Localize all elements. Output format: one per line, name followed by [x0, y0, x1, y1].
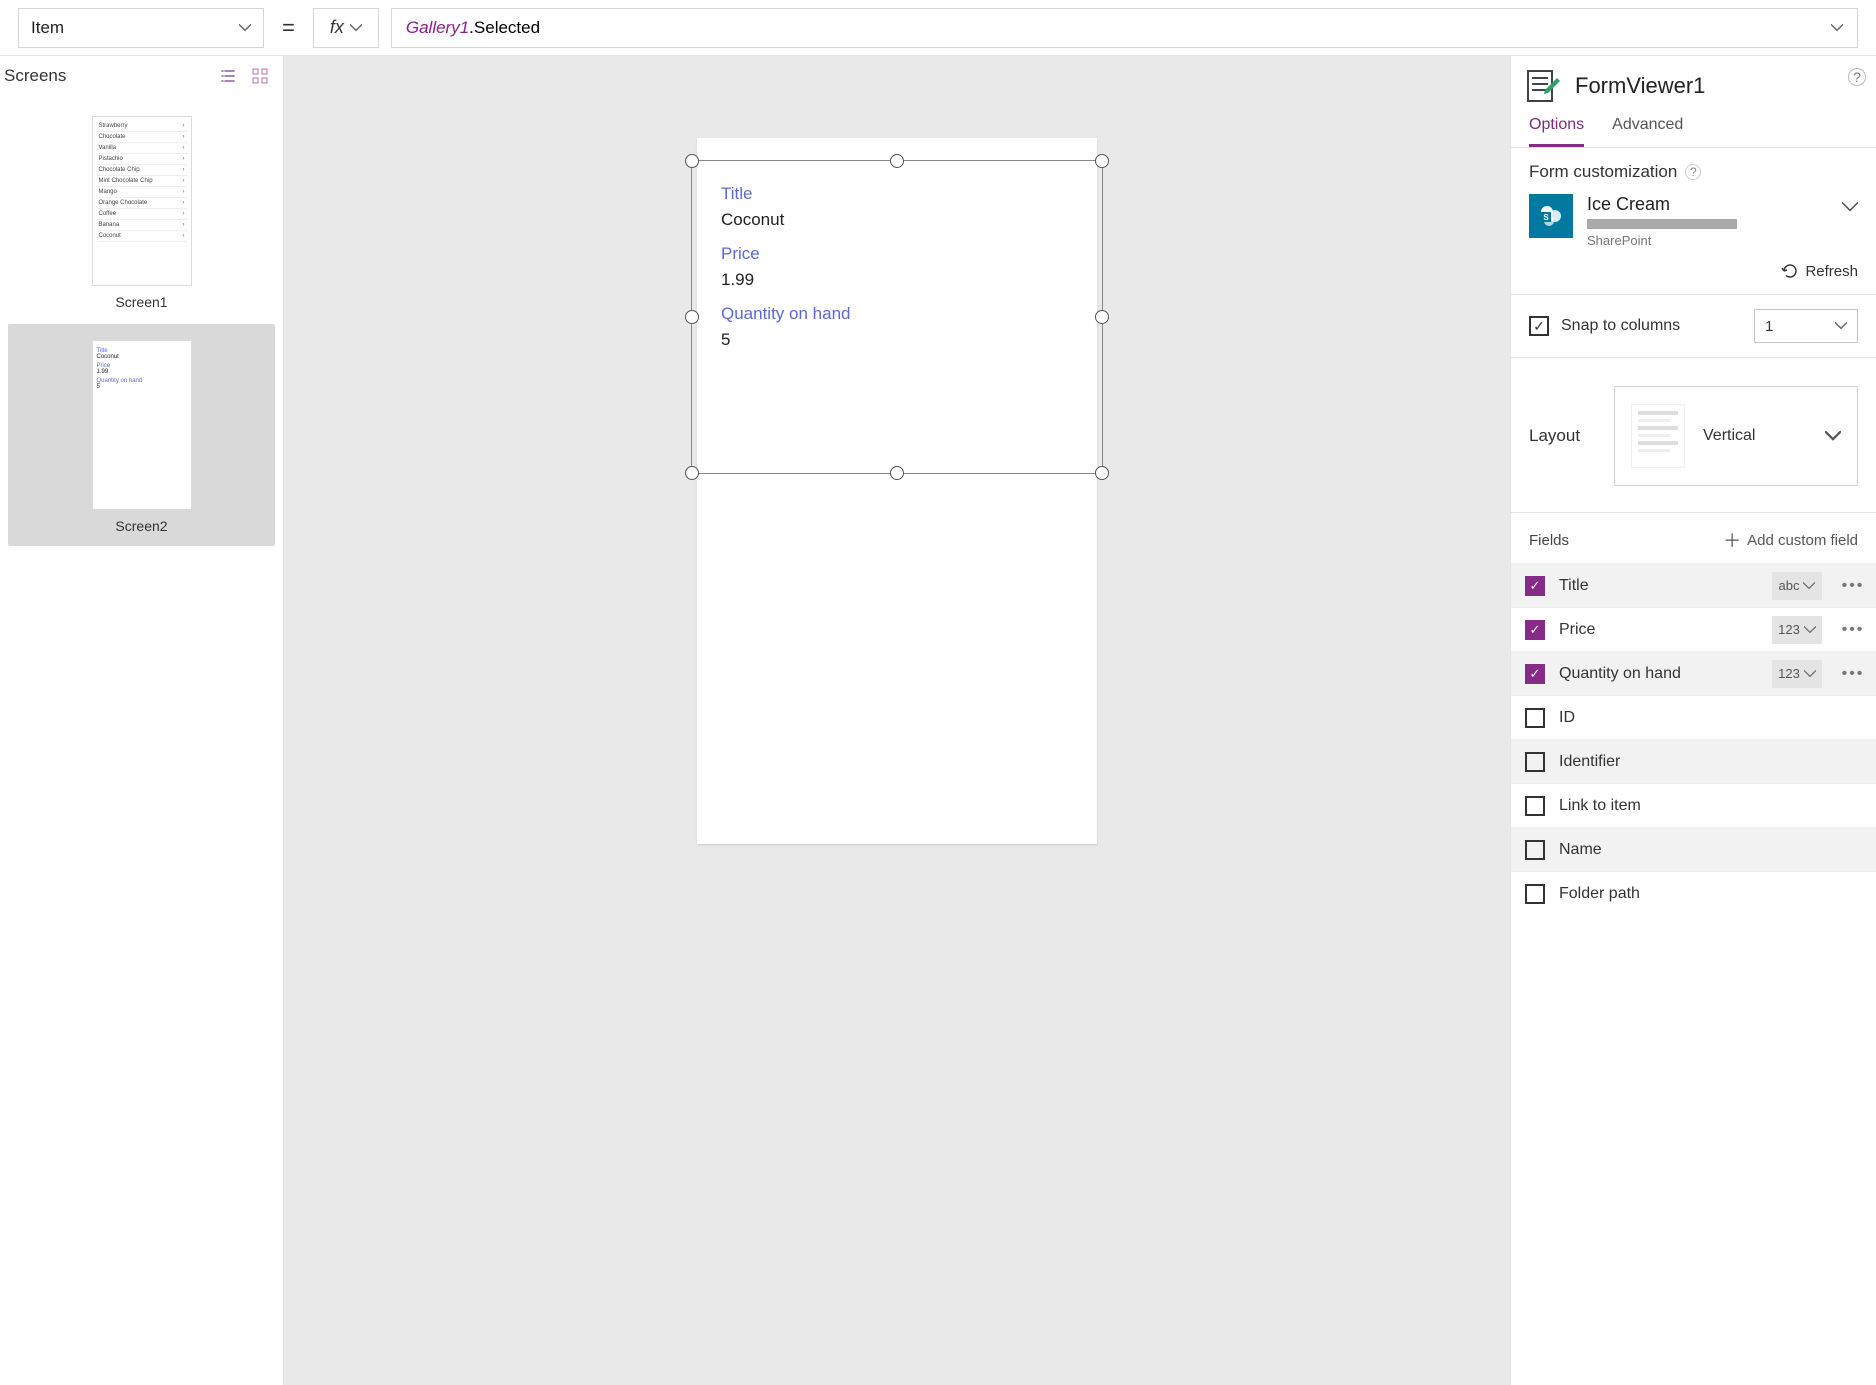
fields-list: ✓ Title abc ••• ✓ Price 123 ••• ✓ Quanti…: [1511, 563, 1876, 915]
resize-handle[interactable]: [890, 466, 904, 480]
refresh-button[interactable]: Refresh: [1529, 262, 1858, 280]
field-row-identifier[interactable]: Identifier: [1511, 739, 1876, 783]
field-checkbox[interactable]: [1525, 752, 1545, 772]
property-selector[interactable]: Item: [18, 8, 264, 48]
property-name: Item: [31, 18, 64, 38]
fields-label: Fields: [1529, 532, 1569, 549]
field-checkbox[interactable]: [1525, 708, 1545, 728]
resize-handle[interactable]: [1095, 154, 1109, 168]
datasource-picker[interactable]: S Ice Cream SharePoint: [1529, 194, 1858, 248]
datasource-provider: SharePoint: [1587, 233, 1737, 248]
field-type-select[interactable]: abc: [1772, 572, 1822, 600]
formula-input[interactable]: Gallery1.Selected: [391, 8, 1858, 48]
field-more-button[interactable]: •••: [1836, 577, 1870, 595]
help-icon[interactable]: ?: [1848, 68, 1866, 86]
field-checkbox[interactable]: [1525, 840, 1545, 860]
resize-handle[interactable]: [1095, 466, 1109, 480]
columns-select[interactable]: 1: [1754, 309, 1858, 343]
svg-text:S: S: [1543, 213, 1549, 222]
field-row-price[interactable]: ✓ Price 123 •••: [1511, 607, 1876, 651]
tab-advanced[interactable]: Advanced: [1612, 108, 1683, 147]
form-customization-label: Form customization: [1529, 162, 1677, 182]
field-row-link[interactable]: Link to item: [1511, 783, 1876, 827]
equals-label: =: [276, 15, 301, 41]
selection-outline[interactable]: [691, 160, 1103, 474]
screen-surface[interactable]: Title Coconut Price 1.99 Quantity on han…: [697, 138, 1097, 844]
field-more-button[interactable]: •••: [1836, 665, 1870, 683]
formula-rest: .Selected: [469, 18, 540, 37]
chevron-down-icon: [350, 22, 362, 34]
field-row-name[interactable]: Name: [1511, 827, 1876, 871]
formula-bar: Item = fx Gallery1.Selected: [0, 0, 1876, 56]
field-more-button[interactable]: •••: [1836, 621, 1870, 639]
field-row-folder[interactable]: Folder path: [1511, 871, 1876, 915]
screen-thumb-screen1[interactable]: Strawberry› Chocolate› Vanilla› Pistachi…: [8, 108, 275, 318]
chevron-down-icon: [1831, 22, 1843, 34]
resize-handle[interactable]: [685, 154, 699, 168]
layout-value: Vertical: [1703, 427, 1807, 445]
datasource-name: Ice Cream: [1587, 194, 1737, 215]
chevron-down-icon: [239, 22, 251, 34]
screen1-caption: Screen1: [16, 294, 267, 310]
field-checkbox[interactable]: [1525, 796, 1545, 816]
resize-handle[interactable]: [685, 466, 699, 480]
field-row-id[interactable]: ID: [1511, 695, 1876, 739]
screens-panel: Screens Strawberry› Chocolate› Vanilla› …: [0, 56, 284, 1385]
add-custom-field-button[interactable]: ＋ Add custom field: [1723, 527, 1858, 553]
layout-label: Layout: [1529, 426, 1580, 446]
list-view-icon[interactable]: [219, 67, 237, 85]
control-name: FormViewer1: [1575, 73, 1705, 99]
field-row-qty[interactable]: ✓ Quantity on hand 123 •••: [1511, 651, 1876, 695]
screens-title: Screens: [4, 66, 66, 86]
properties-panel: FormViewer1 ? Options Advanced Form cust…: [1510, 56, 1876, 1385]
screen2-preview: Title Coconut Price 1.99 Quantity on han…: [92, 340, 192, 510]
datasource-account: [1587, 219, 1737, 229]
tab-options[interactable]: Options: [1529, 108, 1584, 147]
panel-tabs: Options Advanced: [1511, 108, 1876, 148]
layout-select[interactable]: Vertical: [1614, 386, 1858, 486]
screen1-preview: Strawberry› Chocolate› Vanilla› Pistachi…: [92, 116, 192, 286]
formula-object: Gallery1: [406, 18, 469, 37]
chevron-down-icon: [1842, 202, 1858, 212]
screen2-caption: Screen2: [16, 518, 267, 534]
field-type-select[interactable]: 123: [1772, 660, 1822, 688]
plus-icon: ＋: [1723, 527, 1741, 553]
sharepoint-icon: S: [1529, 194, 1573, 238]
resize-handle[interactable]: [890, 154, 904, 168]
info-icon[interactable]: ?: [1685, 164, 1701, 180]
field-checkbox[interactable]: ✓: [1525, 664, 1545, 684]
refresh-icon: [1781, 262, 1799, 280]
field-type-select[interactable]: 123: [1772, 616, 1822, 644]
chevron-down-icon: [1825, 431, 1841, 441]
field-row-title[interactable]: ✓ Title abc •••: [1511, 563, 1876, 607]
layout-thumb-icon: [1631, 404, 1685, 468]
field-checkbox[interactable]: ✓: [1525, 620, 1545, 640]
chevron-down-icon: [1835, 320, 1847, 332]
fx-button[interactable]: fx: [313, 8, 379, 48]
snap-label: Snap to columns: [1561, 317, 1680, 335]
field-checkbox[interactable]: [1525, 884, 1545, 904]
screen-thumb-screen2[interactable]: Title Coconut Price 1.99 Quantity on han…: [8, 324, 275, 546]
fx-label: fx: [330, 17, 344, 38]
form-icon: [1527, 70, 1561, 102]
field-checkbox[interactable]: ✓: [1525, 576, 1545, 596]
design-canvas[interactable]: Title Coconut Price 1.99 Quantity on han…: [284, 56, 1510, 1385]
resize-handle[interactable]: [1095, 310, 1109, 324]
grid-view-icon[interactable]: [251, 67, 269, 85]
snap-checkbox[interactable]: ✓: [1529, 316, 1549, 336]
resize-handle[interactable]: [685, 310, 699, 324]
